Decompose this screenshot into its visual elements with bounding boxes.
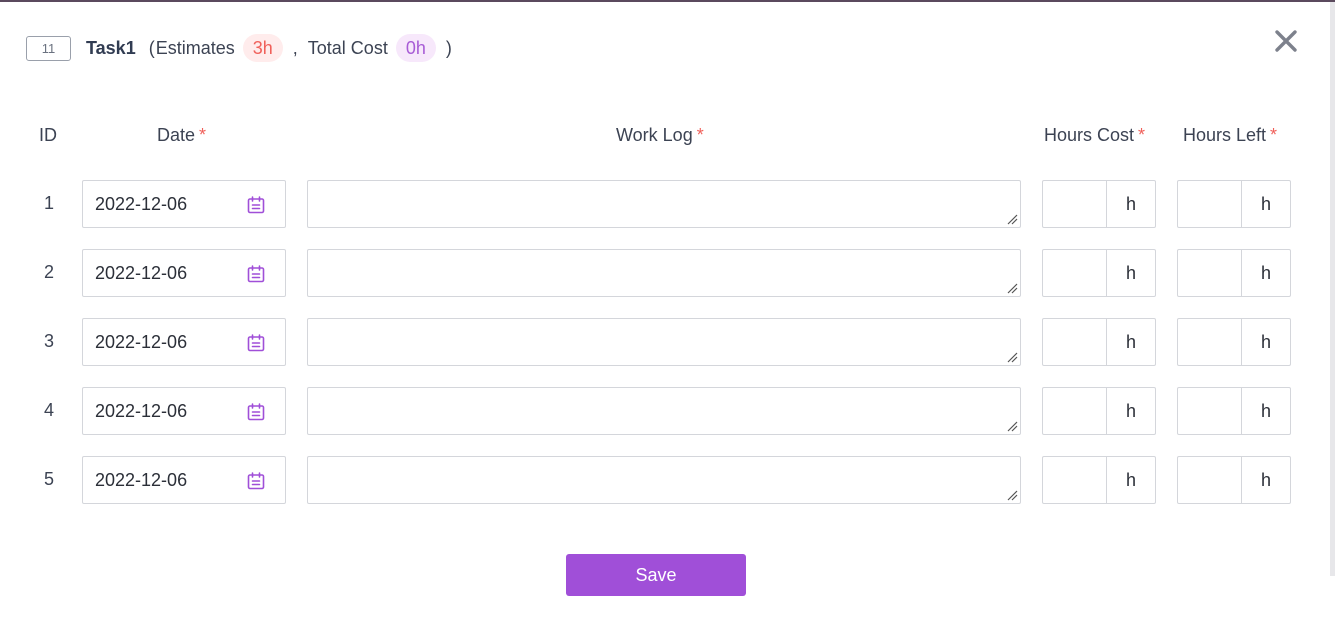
hours-cost-input[interactable]: h (1042, 180, 1156, 228)
hours-left-value[interactable] (1178, 181, 1242, 227)
date-value: 2022-12-06 (95, 400, 188, 421)
hours-cost-input[interactable]: h (1042, 387, 1156, 435)
hours-unit-label: h (1125, 262, 1136, 283)
hours-unit-label: h (1260, 193, 1271, 214)
work-log-input[interactable] (307, 249, 1021, 297)
task-header: 11 Task1 ( Estimates 3h , Total Cost 0h … (26, 34, 452, 62)
column-header-work-log-label: Work Log (616, 125, 693, 145)
resize-handle-icon[interactable] (1006, 213, 1018, 225)
date-value: 2022-12-06 (95, 469, 188, 490)
date-picker[interactable]: 2022-12-06 (82, 180, 286, 228)
column-header-hours-cost-label: Hours Cost (1044, 125, 1135, 145)
calendar-icon[interactable] (246, 264, 266, 284)
total-cost-label: Total Cost (307, 37, 388, 58)
row-id: 1 (43, 193, 54, 213)
modal-top-border (0, 0, 1335, 2)
required-mark: * (1270, 125, 1278, 145)
close-button[interactable] (1272, 27, 1300, 55)
work-log-input[interactable] (307, 318, 1021, 366)
resize-handle-icon[interactable] (1006, 282, 1018, 294)
work-log-input[interactable] (307, 180, 1021, 228)
close-icon (1275, 30, 1297, 52)
date-picker[interactable]: 2022-12-06 (82, 318, 286, 366)
column-header-date-label: Date (157, 125, 196, 145)
date-picker[interactable]: 2022-12-06 (82, 249, 286, 297)
hours-cost-input[interactable]: h (1042, 456, 1156, 504)
required-mark: * (696, 125, 704, 145)
resize-handle-icon[interactable] (1006, 489, 1018, 501)
date-value: 2022-12-06 (95, 331, 188, 352)
hours-unit-label: h (1125, 193, 1136, 214)
hours-left-input[interactable]: h (1177, 318, 1291, 366)
task-id-badge: 11 (26, 35, 71, 61)
hours-cost-value[interactable] (1043, 457, 1107, 503)
comma-separator: , (292, 37, 298, 58)
hours-left-input[interactable]: h (1177, 180, 1291, 228)
calendar-icon[interactable] (246, 471, 266, 491)
row-id: 5 (43, 469, 54, 489)
close-paren: ) (445, 37, 452, 58)
total-cost-badge: 0h (395, 34, 436, 62)
calendar-icon[interactable] (246, 333, 266, 353)
hours-left-value[interactable] (1178, 388, 1242, 434)
resize-handle-icon[interactable] (1006, 351, 1018, 363)
open-paren: ( (148, 37, 155, 58)
hours-left-input[interactable]: h (1177, 456, 1291, 504)
task-name: Task1 (86, 37, 136, 58)
hours-left-value[interactable] (1178, 250, 1242, 296)
column-header-hours-left: Hours Left * (1183, 125, 1277, 146)
date-value: 2022-12-06 (95, 262, 188, 283)
column-header-work-log: Work Log * (616, 125, 704, 146)
row-id: 2 (43, 262, 54, 282)
column-header-hours-cost: Hours Cost * (1044, 125, 1145, 146)
work-log-input[interactable] (307, 456, 1021, 504)
hours-unit-label: h (1125, 331, 1136, 352)
hours-left-value[interactable] (1178, 457, 1242, 503)
resize-handle-icon[interactable] (1006, 420, 1018, 432)
row-id: 4 (43, 400, 54, 420)
hours-unit-label: h (1125, 400, 1136, 421)
hours-unit-label: h (1260, 400, 1271, 421)
estimates-badge: 3h (242, 34, 283, 62)
calendar-icon[interactable] (246, 195, 266, 215)
hours-cost-input[interactable]: h (1042, 249, 1156, 297)
estimates-label: Estimates (155, 37, 235, 58)
date-picker[interactable]: 2022-12-06 (82, 387, 286, 435)
required-mark: * (1138, 125, 1146, 145)
column-header-hours-left-label: Hours Left (1183, 125, 1267, 145)
column-header-id: ID (39, 125, 57, 146)
hours-unit-label: h (1260, 262, 1271, 283)
required-mark: * (199, 125, 207, 145)
work-log-input[interactable] (307, 387, 1021, 435)
date-picker[interactable]: 2022-12-06 (82, 456, 286, 504)
hours-cost-value[interactable] (1043, 250, 1107, 296)
scrollbar-track[interactable] (1330, 2, 1335, 576)
save-button[interactable]: Save (566, 554, 746, 596)
hours-unit-label: h (1260, 331, 1271, 352)
date-value: 2022-12-06 (95, 193, 188, 214)
hours-cost-value[interactable] (1043, 181, 1107, 227)
calendar-icon[interactable] (246, 402, 266, 422)
hours-cost-input[interactable]: h (1042, 318, 1156, 366)
row-id: 3 (43, 331, 54, 351)
hours-left-value[interactable] (1178, 319, 1242, 365)
hours-unit-label: h (1260, 469, 1271, 490)
hours-cost-value[interactable] (1043, 319, 1107, 365)
column-header-id-label: ID (39, 125, 57, 145)
hours-cost-value[interactable] (1043, 388, 1107, 434)
hours-left-input[interactable]: h (1177, 387, 1291, 435)
hours-left-input[interactable]: h (1177, 249, 1291, 297)
column-header-date: Date * (157, 125, 206, 146)
hours-unit-label: h (1125, 469, 1136, 490)
